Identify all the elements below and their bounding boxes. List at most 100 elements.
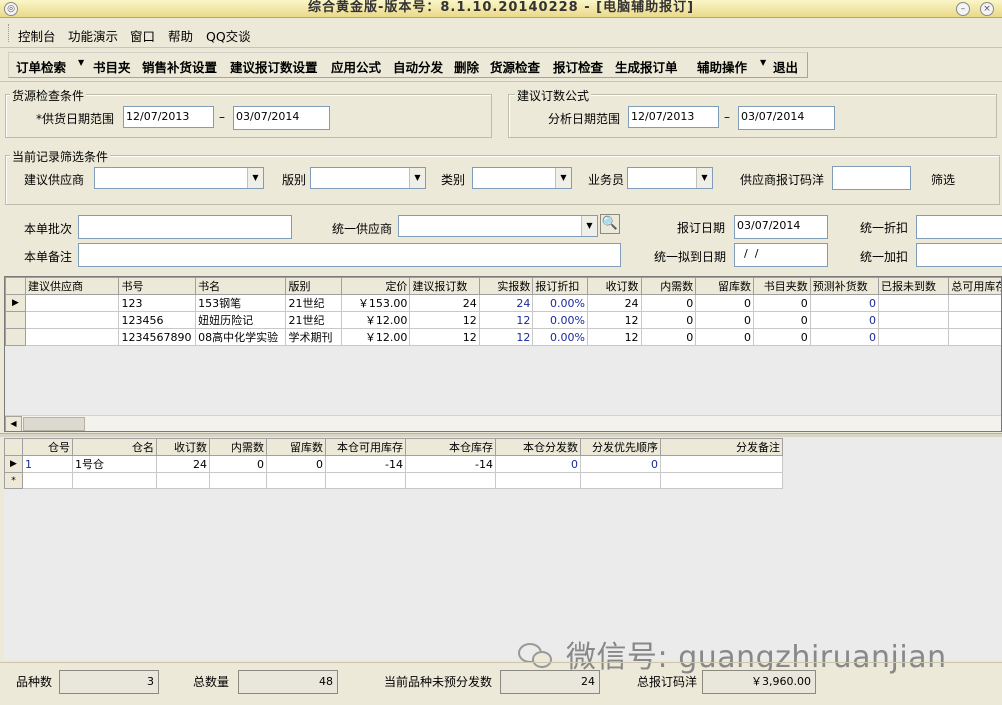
code-price-input[interactable] (832, 166, 911, 190)
col-header[interactable]: 内需数 (640, 277, 697, 295)
analysis-date-from-input[interactable]: 12/07/2013 (628, 106, 719, 128)
cell-warehouse-no[interactable]: 1 (22, 455, 73, 473)
category-filter-select[interactable]: ▼ (472, 167, 572, 189)
col-header[interactable]: 预测补货数 (809, 277, 879, 295)
analysis-date-to-input[interactable]: 03/07/2014 (738, 106, 835, 130)
cell-supplier[interactable] (24, 311, 120, 329)
auto-distribute-button[interactable]: 自动分发 (393, 57, 443, 76)
filter-button[interactable]: 筛选 (931, 171, 955, 188)
exit-button[interactable]: 退出 (773, 57, 798, 76)
cell-retained[interactable]: 0 (695, 294, 754, 312)
cell-folder[interactable]: 0 (752, 311, 811, 329)
col-header[interactable]: 书目夹数 (752, 277, 811, 295)
col-header[interactable]: 建议供应商 (24, 277, 120, 295)
row-indicator[interactable] (5, 328, 26, 346)
menu-qq-chat[interactable]: QQ交谈 (206, 26, 251, 45)
cell-empty[interactable] (156, 472, 210, 489)
cell-price[interactable]: ￥12.00 (341, 328, 411, 346)
col-header[interactable]: 建议报订数 (409, 277, 480, 295)
col-header[interactable]: 定价 (341, 277, 411, 295)
col-header[interactable]: 书名 (195, 277, 287, 295)
generate-order-button[interactable]: 生成报订单 (615, 57, 678, 76)
cell-suggested[interactable]: 12 (409, 311, 480, 329)
table-row[interactable]: 123456 妞妞历险记 21世纪 ￥12.00 12 12 0.00% 12 … (5, 311, 1001, 329)
chevron-down-icon[interactable]: ▼ (760, 58, 766, 67)
cell-edition[interactable]: 21世纪 (285, 294, 343, 312)
current-row-icon[interactable]: ▶ (5, 294, 26, 312)
cell-received[interactable]: 12 (586, 311, 642, 329)
col-header[interactable]: 仓名 (72, 438, 157, 456)
cell-note[interactable] (660, 455, 783, 473)
cell-empty[interactable] (660, 472, 783, 489)
cell-total-stock[interactable]: -14 (948, 294, 1001, 312)
cell-empty[interactable] (405, 472, 496, 489)
col-header[interactable]: 报订折扣 (532, 277, 588, 295)
cell-discount[interactable]: 0.00% (532, 311, 588, 329)
cell-internal[interactable]: 0 (640, 328, 697, 346)
cell-received[interactable]: 24 (156, 455, 210, 473)
scroll-thumb[interactable] (23, 417, 85, 431)
book-folder-button[interactable]: 书目夹 (93, 57, 131, 76)
cell-empty[interactable] (72, 472, 157, 489)
source-check-button[interactable]: 货源检查 (490, 57, 540, 76)
main-grid-hscrollbar[interactable]: ◀ (5, 415, 1001, 431)
col-header[interactable]: 内需数 (209, 438, 267, 456)
minimize-icon[interactable]: – (956, 2, 970, 16)
cell-priority[interactable]: 0 (580, 455, 661, 473)
cell-edition[interactable]: 学术期刊 (285, 328, 343, 346)
markup-input[interactable] (916, 243, 1002, 267)
cell-available-stock[interactable]: -14 (325, 455, 406, 473)
supply-date-to-input[interactable]: 03/07/2014 (233, 106, 330, 130)
cell-internal[interactable]: 0 (209, 455, 267, 473)
col-header[interactable]: 书号 (118, 277, 197, 295)
cell-isbn[interactable]: 123 (118, 294, 197, 312)
search-icon[interactable]: 🔍 (600, 214, 620, 234)
menu-demo[interactable]: 功能演示 (68, 26, 118, 45)
cell-isbn[interactable]: 1234567890 (118, 328, 197, 346)
supplier-filter-select[interactable]: ▼ (94, 167, 264, 189)
cell-empty[interactable] (22, 472, 73, 489)
col-header[interactable]: 收订数 (586, 277, 642, 295)
cell-empty[interactable] (495, 472, 581, 489)
col-header[interactable]: 本仓分发数 (495, 438, 581, 456)
cell-discount[interactable]: 0.00% (532, 294, 588, 312)
cell-received[interactable]: 12 (586, 328, 642, 346)
cell-supplier[interactable] (24, 294, 120, 312)
cell-actual[interactable]: 12 (478, 311, 534, 329)
arrival-date-input[interactable]: / / (734, 243, 828, 267)
cell-title[interactable]: 08高中化学实验 (195, 328, 287, 346)
col-header[interactable]: 分发备注 (660, 438, 783, 456)
cell-retained[interactable]: 0 (695, 328, 754, 346)
cell-retained[interactable]: 0 (266, 455, 326, 473)
cell-title[interactable]: 妞妞历险记 (195, 311, 287, 329)
table-row[interactable]: 1234567890 08高中化学实验 学术期刊 ￥12.00 12 12 0.… (5, 328, 1001, 346)
cell-forecast[interactable]: 0 (809, 328, 879, 346)
cell-forecast[interactable]: 0 (809, 311, 879, 329)
col-header[interactable]: 版别 (285, 277, 343, 295)
col-header[interactable]: 本仓库存 (405, 438, 496, 456)
chevron-down-icon[interactable]: ▼ (409, 168, 425, 188)
chevron-down-icon[interactable]: ▼ (78, 58, 84, 67)
col-header[interactable]: 留库数 (266, 438, 326, 456)
cell-actual[interactable]: 12 (478, 328, 534, 346)
cell-folder[interactable]: 0 (752, 294, 811, 312)
table-row[interactable]: ▶ 123 153钢笔 21世纪 ￥153.00 24 24 0.00% 24 … (5, 294, 1001, 312)
cell-stock[interactable]: -14 (405, 455, 496, 473)
cell-empty[interactable] (209, 472, 267, 489)
row-indicator[interactable] (5, 311, 26, 329)
cell-price[interactable]: ￥12.00 (341, 311, 411, 329)
cell-pending[interactable] (877, 311, 950, 329)
salesman-filter-select[interactable]: ▼ (627, 167, 713, 189)
col-header[interactable]: 留库数 (695, 277, 754, 295)
cell-price[interactable]: ￥153.00 (341, 294, 411, 312)
sales-restock-settings-button[interactable]: 销售补货设置 (142, 57, 217, 76)
cell-distribute[interactable]: 0 (495, 455, 581, 473)
apply-formula-button[interactable]: 应用公式 (331, 57, 381, 76)
splitter[interactable] (0, 433, 1002, 437)
close-icon[interactable]: × (980, 2, 994, 16)
order-date-input[interactable]: 03/07/2014 (734, 215, 828, 239)
cell-internal[interactable]: 0 (640, 311, 697, 329)
col-header[interactable]: 本仓可用库存 (325, 438, 406, 456)
cell-suggested[interactable]: 12 (409, 328, 480, 346)
cell-edition[interactable]: 21世纪 (285, 311, 343, 329)
